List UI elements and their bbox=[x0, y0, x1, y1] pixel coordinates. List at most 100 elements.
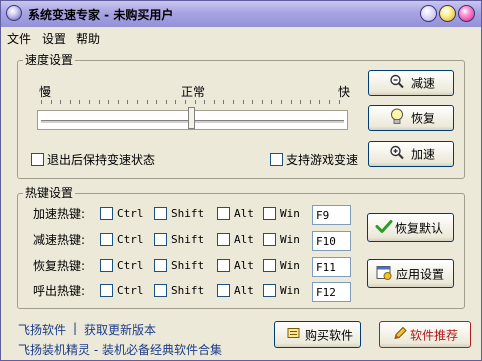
settings-window-icon bbox=[376, 264, 392, 283]
menu-help[interactable]: 帮助 bbox=[76, 30, 100, 47]
apply-settings-button[interactable]: 应用设置 bbox=[367, 259, 454, 288]
recommend-software-label: 软件推荐 bbox=[410, 328, 459, 342]
ctrl-checkbox[interactable] bbox=[100, 207, 113, 220]
zoom-in-icon bbox=[389, 145, 405, 164]
slow-label: 慢 bbox=[39, 85, 52, 99]
speed-up-label: 加速 bbox=[411, 147, 436, 162]
restore-default-button[interactable]: 恢复默认 bbox=[367, 213, 454, 242]
restore-button[interactable]: 恢复 bbox=[368, 105, 454, 131]
shift-checkbox[interactable] bbox=[154, 284, 167, 297]
slider-tick bbox=[213, 100, 215, 104]
slider-tick bbox=[309, 100, 311, 104]
shift-label: Shift bbox=[171, 233, 205, 246]
game-support-label: 支持游戏变速 bbox=[286, 153, 359, 167]
hotkey-key-field[interactable]: F12 bbox=[312, 282, 351, 302]
alt-label: Alt bbox=[234, 207, 254, 220]
keep-on-exit-label: 退出后保持变速状态 bbox=[47, 153, 156, 167]
alt-checkbox[interactable] bbox=[217, 284, 230, 297]
recommend-software-button[interactable]: 软件推荐 bbox=[379, 321, 471, 348]
slider-tick bbox=[271, 100, 273, 104]
slider-tick bbox=[146, 100, 148, 104]
win-label: Win bbox=[280, 207, 300, 220]
slider-tick bbox=[194, 100, 196, 104]
slider-tick bbox=[319, 100, 321, 104]
alt-label: Alt bbox=[234, 233, 254, 246]
fast-label: 快 bbox=[338, 85, 351, 99]
title-bar[interactable]: 系统变速专家 - 未购买用户 bbox=[1, 1, 481, 27]
slider-tick bbox=[338, 100, 340, 104]
check-arrow-icon bbox=[375, 219, 393, 236]
shift-checkbox[interactable] bbox=[154, 259, 167, 272]
win-checkbox[interactable] bbox=[263, 207, 276, 220]
installer-wizard-link[interactable]: 飞扬装机精灵 - 装机必备经典软件合集 bbox=[18, 341, 222, 358]
ctrl-checkbox[interactable] bbox=[100, 233, 113, 246]
slider-tick bbox=[50, 100, 52, 104]
ctrl-label: Ctrl bbox=[117, 207, 144, 220]
menu-settings[interactable]: 设置 bbox=[42, 30, 66, 47]
slider-tick bbox=[41, 100, 42, 104]
zoom-out-icon bbox=[389, 74, 405, 93]
buy-software-button[interactable]: 购买软件 bbox=[274, 321, 361, 348]
slider-tick bbox=[185, 100, 186, 104]
slider-tick bbox=[137, 100, 138, 104]
get-update-link[interactable]: 获取更新版本 bbox=[84, 321, 156, 338]
minimize-button[interactable] bbox=[420, 5, 437, 22]
hotkey-row-label: 恢复热键: bbox=[33, 259, 86, 273]
ctrl-checkbox[interactable] bbox=[100, 259, 113, 272]
pencil-icon bbox=[392, 325, 408, 344]
restore-label: 恢复 bbox=[411, 111, 436, 126]
hotkey-group-title: 热键设置 bbox=[23, 186, 76, 200]
speed-slider-thumb[interactable] bbox=[187, 107, 195, 129]
slider-tick bbox=[127, 100, 129, 104]
ctrl-label: Ctrl bbox=[117, 233, 144, 246]
slow-down-button[interactable]: 减速 bbox=[368, 70, 454, 96]
game-support-checkbox[interactable] bbox=[270, 153, 283, 166]
hotkey-key-field[interactable]: F11 bbox=[312, 257, 351, 277]
win-label: Win bbox=[280, 233, 300, 246]
speed-up-button[interactable]: 加速 bbox=[368, 141, 454, 167]
alt-label: Alt bbox=[234, 259, 254, 272]
slider-tick bbox=[108, 100, 110, 104]
alt-checkbox[interactable] bbox=[217, 259, 230, 272]
hotkey-row-label: 加速热键: bbox=[33, 207, 86, 221]
alt-checkbox[interactable] bbox=[217, 207, 230, 220]
footer-separator: | bbox=[73, 321, 78, 335]
slow-down-label: 减速 bbox=[411, 76, 436, 91]
shift-checkbox[interactable] bbox=[154, 207, 167, 220]
shift-label: Shift bbox=[171, 207, 205, 220]
slider-tick bbox=[233, 100, 234, 104]
normal-label: 正常 bbox=[181, 85, 206, 99]
buy-software-label: 购买软件 bbox=[305, 328, 354, 342]
slider-tick bbox=[261, 100, 263, 104]
window-title: 系统变速专家 - 未购买用户 bbox=[28, 8, 174, 22]
win-checkbox[interactable] bbox=[263, 259, 276, 272]
slider-tick bbox=[156, 100, 158, 104]
slider-tick bbox=[175, 100, 177, 104]
ctrl-label: Ctrl bbox=[117, 259, 144, 272]
win-checkbox[interactable] bbox=[263, 233, 276, 246]
hotkey-key-field[interactable]: F10 bbox=[312, 231, 351, 251]
apply-settings-label: 应用设置 bbox=[396, 267, 445, 281]
ctrl-checkbox[interactable] bbox=[100, 284, 113, 297]
hotkey-key-field[interactable]: F9 bbox=[312, 205, 351, 225]
shift-label: Shift bbox=[171, 284, 205, 297]
slider-tick bbox=[223, 100, 225, 104]
lightbulb-icon bbox=[389, 108, 405, 129]
cart-icon bbox=[286, 325, 302, 344]
keep-on-exit-checkbox[interactable] bbox=[31, 153, 44, 166]
restore-default-label: 恢复默认 bbox=[395, 221, 444, 235]
slider-tick bbox=[242, 100, 244, 104]
shift-checkbox[interactable] bbox=[154, 233, 167, 246]
alt-checkbox[interactable] bbox=[217, 233, 230, 246]
menu-file[interactable]: 文件 bbox=[7, 30, 31, 47]
maximize-button[interactable] bbox=[439, 5, 456, 22]
feiyang-software-link[interactable]: 飞扬软件 bbox=[18, 321, 66, 338]
alt-label: Alt bbox=[234, 284, 254, 297]
close-button[interactable] bbox=[458, 5, 475, 22]
shift-label: Shift bbox=[171, 259, 205, 272]
main-window: 系统变速专家 - 未购买用户 文件 设置 帮助 速度设置 慢 正常 快 退出后保… bbox=[0, 0, 482, 361]
slider-tick bbox=[89, 100, 90, 104]
menu-bar: 文件 设置 帮助 bbox=[1, 28, 481, 47]
win-checkbox[interactable] bbox=[263, 284, 276, 297]
hotkey-row-label: 减速热键: bbox=[33, 233, 86, 247]
